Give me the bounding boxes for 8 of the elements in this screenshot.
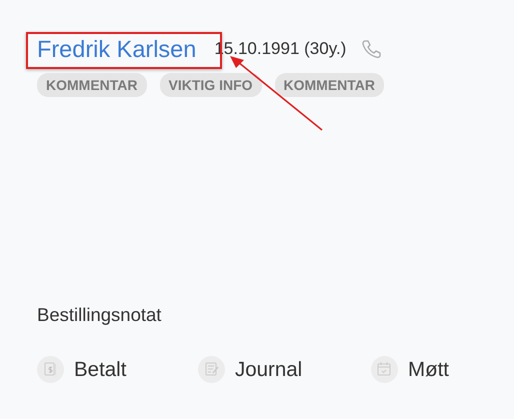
status-label: Betalt [74, 358, 126, 382]
status-label: Møtt [408, 358, 449, 382]
patient-name-link[interactable]: Fredrik Karlsen [37, 36, 196, 62]
note-label: Bestillingsnotat [37, 304, 162, 326]
status-label: Journal [235, 358, 302, 382]
tag-chip[interactable]: VIKTIG INFO [160, 73, 262, 97]
tag-chip[interactable]: KOMMENTAR [37, 73, 147, 97]
tag-chip[interactable]: KOMMENTAR [274, 73, 384, 97]
